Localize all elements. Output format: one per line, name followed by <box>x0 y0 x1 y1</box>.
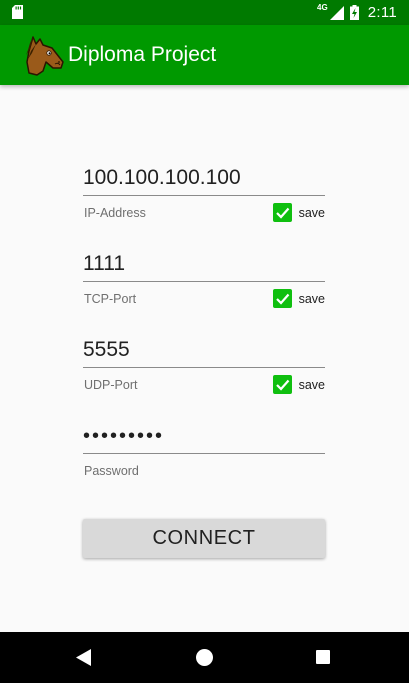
back-icon[interactable] <box>76 649 92 666</box>
checkmark-icon <box>275 293 289 305</box>
checkmark-icon <box>275 379 289 391</box>
udp-save-checkbox[interactable]: save <box>272 375 325 394</box>
app-bar: Diploma Project <box>0 25 409 85</box>
signal-icon <box>329 5 344 20</box>
udp-port-label: UDP-Port <box>84 378 138 392</box>
home-icon[interactable] <box>196 649 213 666</box>
status-bar: 4G 2:11 <box>0 0 409 25</box>
tcp-port-input[interactable]: 1111 <box>83 247 325 282</box>
network-type: 4G <box>317 3 328 12</box>
navigation-bar <box>0 632 409 683</box>
clock: 2:11 <box>367 4 397 21</box>
save-label: save <box>298 377 325 392</box>
checkbox-checked[interactable] <box>272 289 292 308</box>
save-label: save <box>298 291 325 306</box>
ip-address-input[interactable]: 100.100.100.100 <box>83 161 325 196</box>
checkbox-checked[interactable] <box>272 203 292 222</box>
checkmark-icon <box>275 207 289 219</box>
sd-card-icon <box>12 5 23 19</box>
horse-head-icon <box>26 36 64 76</box>
tcp-save-checkbox[interactable]: save <box>272 289 325 308</box>
ip-save-checkbox[interactable]: save <box>272 203 325 222</box>
password-input[interactable]: ••••••••• <box>83 419 325 454</box>
battery-charging-icon <box>349 5 359 20</box>
save-label: save <box>298 205 325 220</box>
tcp-port-label: TCP-Port <box>84 292 137 306</box>
recents-icon[interactable] <box>316 650 330 664</box>
status-icons: 4G 2:11 <box>317 0 397 25</box>
connect-button[interactable]: CONNECT <box>83 519 325 558</box>
password-label: Password <box>84 464 139 478</box>
checkbox-checked[interactable] <box>272 375 292 394</box>
app-title: Diploma Project <box>68 43 217 66</box>
ip-address-label: IP-Address <box>84 206 146 220</box>
udp-port-input[interactable]: 5555 <box>83 333 325 368</box>
